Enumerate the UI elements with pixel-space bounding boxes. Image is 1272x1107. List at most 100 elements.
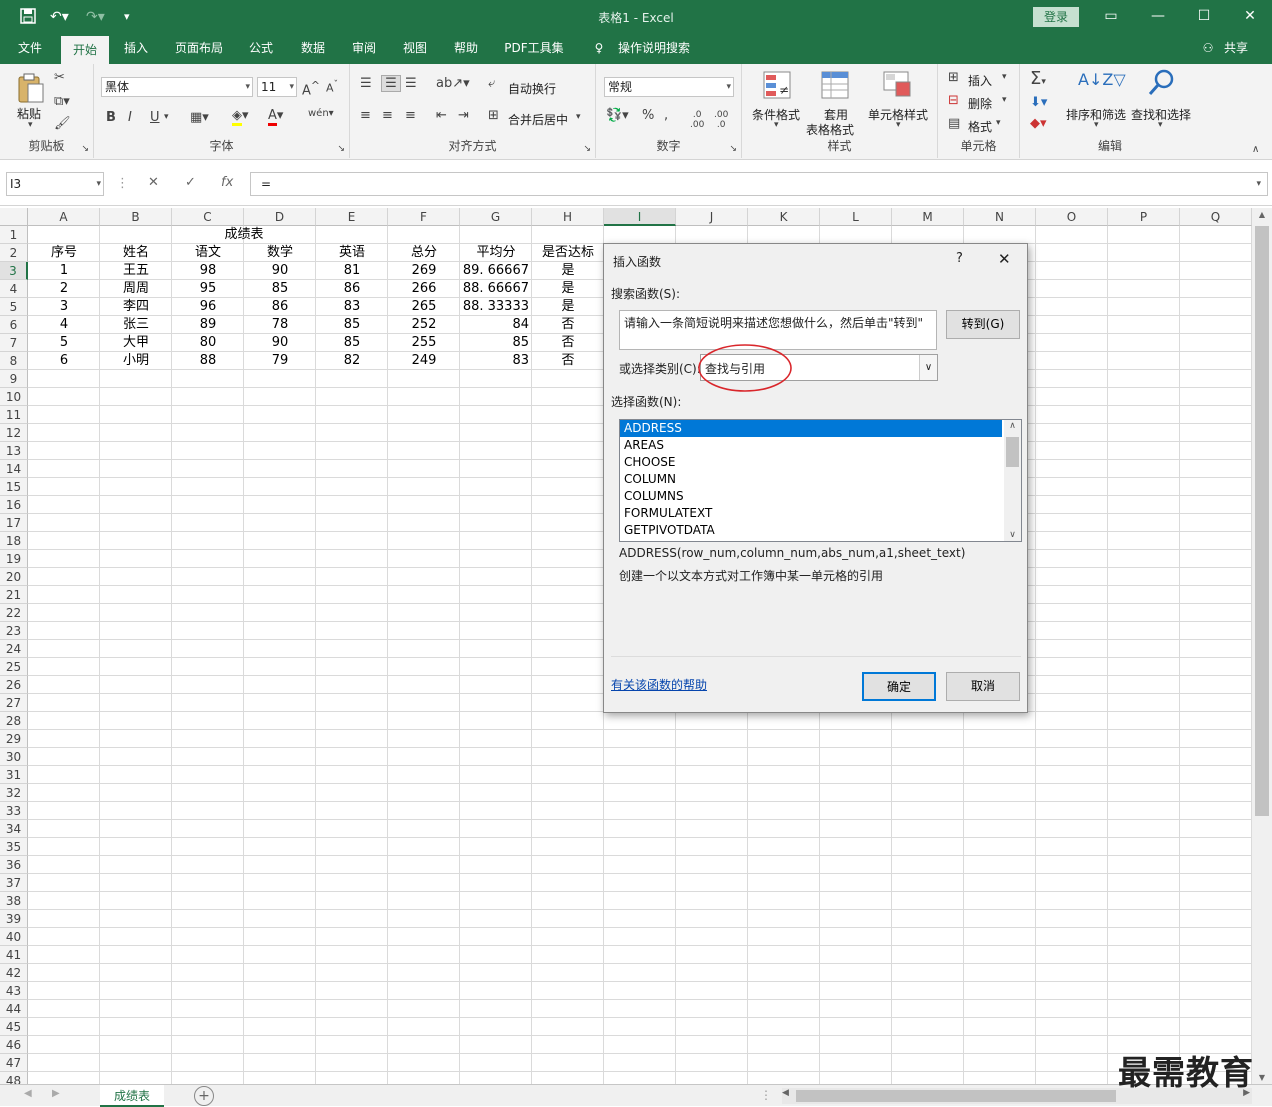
cell[interactable]: 英语 bbox=[316, 244, 388, 262]
row-header[interactable]: 18 bbox=[0, 532, 28, 550]
cell[interactable]: 85 bbox=[460, 334, 532, 352]
row-header[interactable]: 36 bbox=[0, 856, 28, 874]
cell[interactable]: 83 bbox=[316, 298, 388, 316]
cell[interactable]: 5 bbox=[28, 334, 100, 352]
cell[interactable]: 85 bbox=[316, 316, 388, 334]
cell[interactable]: 小明 bbox=[100, 352, 172, 370]
cell[interactable]: 252 bbox=[388, 316, 460, 334]
format-as-table-icon[interactable] bbox=[820, 70, 850, 104]
align-top-icon[interactable]: ☰ bbox=[360, 76, 372, 91]
font-name-select[interactable]: 黑体 ▾ bbox=[101, 77, 253, 97]
italic-button[interactable]: I bbox=[128, 110, 132, 125]
cell[interactable]: 序号 bbox=[28, 244, 100, 262]
alignment-launcher-icon[interactable]: ↘ bbox=[583, 144, 591, 154]
row-header[interactable]: 16 bbox=[0, 496, 28, 514]
function-list-scroll-thumb[interactable] bbox=[1006, 437, 1019, 467]
column-header[interactable]: M bbox=[892, 208, 964, 226]
row-header[interactable]: 5 bbox=[0, 298, 28, 316]
cell[interactable]: 否 bbox=[532, 334, 604, 352]
underline-button[interactable]: U bbox=[150, 110, 160, 125]
cell[interactable]: 否 bbox=[532, 352, 604, 370]
scroll-down-icon[interactable]: ▼ bbox=[1252, 1073, 1272, 1082]
cell[interactable]: 255 bbox=[388, 334, 460, 352]
borders-icon[interactable]: ▦▾ bbox=[190, 110, 209, 125]
function-list-item[interactable]: ADDRESS bbox=[620, 420, 1002, 437]
function-list-item[interactable]: GETPIVOTDATA bbox=[620, 522, 1002, 539]
row-header[interactable]: 37 bbox=[0, 874, 28, 892]
cell-styles-icon[interactable] bbox=[882, 70, 912, 104]
paste-icon[interactable] bbox=[14, 72, 48, 106]
ok-button[interactable]: 确定 bbox=[862, 672, 936, 701]
insert-cells-icon[interactable]: ⊞ bbox=[948, 70, 959, 85]
row-header[interactable]: 32 bbox=[0, 784, 28, 802]
cell[interactable]: 是否达标 bbox=[532, 244, 604, 262]
tab-help[interactable]: 帮助 bbox=[445, 34, 487, 64]
cell-styles-dropdown-icon[interactable]: ▾ bbox=[896, 120, 901, 130]
column-header[interactable]: H bbox=[532, 208, 604, 226]
autosum-icon[interactable]: Σ▾ bbox=[1030, 68, 1046, 89]
delete-cells-button[interactable]: 删除 bbox=[968, 95, 992, 112]
fill-color-icon[interactable]: ◈▾ bbox=[232, 108, 249, 126]
cell[interactable]: 大甲 bbox=[100, 334, 172, 352]
cancel-button[interactable]: 取消 bbox=[946, 672, 1020, 701]
decrease-indent-icon[interactable]: ⇤ bbox=[436, 108, 447, 123]
column-header[interactable]: A bbox=[28, 208, 100, 226]
go-button[interactable]: 转到(G) bbox=[946, 310, 1020, 339]
cell[interactable]: 88. 66667 bbox=[460, 280, 532, 298]
horizontal-scroll-thumb[interactable] bbox=[796, 1090, 1116, 1102]
shrink-font-icon[interactable]: Aˇ bbox=[326, 79, 338, 95]
column-header[interactable]: I bbox=[604, 208, 676, 226]
cell[interactable]: 86 bbox=[244, 298, 316, 316]
copy-icon[interactable]: ⧉▾ bbox=[54, 94, 70, 109]
format-painter-icon[interactable]: 🖌 bbox=[54, 116, 71, 131]
column-header[interactable]: K bbox=[748, 208, 820, 226]
cell[interactable]: 96 bbox=[172, 298, 244, 316]
minimize-icon[interactable]: — bbox=[1143, 4, 1173, 28]
function-list[interactable]: ADDRESS AREAS CHOOSE COLUMN COLUMNS FORMULATE… bbox=[619, 419, 1022, 542]
vertical-scrollbar[interactable]: ▲ ▼ bbox=[1252, 208, 1272, 1084]
cell[interactable]: 85 bbox=[244, 280, 316, 298]
column-header[interactable]: P bbox=[1108, 208, 1180, 226]
cell[interactable]: 语文 bbox=[172, 244, 244, 262]
decrease-decimal-icon[interactable]: .00.0 bbox=[714, 110, 728, 130]
function-list-item[interactable]: COLUMNS bbox=[620, 488, 1002, 505]
column-header[interactable]: L bbox=[820, 208, 892, 226]
cell[interactable]: 98 bbox=[172, 262, 244, 280]
row-header[interactable]: 10 bbox=[0, 388, 28, 406]
row-header[interactable]: 15 bbox=[0, 478, 28, 496]
cell[interactable]: 是 bbox=[532, 298, 604, 316]
cell[interactable]: 82 bbox=[316, 352, 388, 370]
tab-view[interactable]: 视图 bbox=[394, 34, 436, 64]
cell[interactable]: 90 bbox=[244, 262, 316, 280]
close-icon[interactable]: ✕ bbox=[1235, 4, 1265, 28]
font-size-select[interactable]: 11 ▾ bbox=[257, 77, 297, 97]
cell[interactable]: 80 bbox=[172, 334, 244, 352]
cell[interactable]: 李四 bbox=[100, 298, 172, 316]
cell[interactable]: 269 bbox=[388, 262, 460, 280]
row-header[interactable]: 27 bbox=[0, 694, 28, 712]
cell[interactable]: 否 bbox=[532, 316, 604, 334]
column-header[interactable]: B bbox=[100, 208, 172, 226]
phonetic-icon[interactable]: wén▾ bbox=[308, 108, 334, 119]
cell[interactable]: 95 bbox=[172, 280, 244, 298]
row-header[interactable]: 30 bbox=[0, 748, 28, 766]
sheet-title-cell[interactable]: 成绩表 bbox=[208, 226, 280, 244]
cell[interactable]: 88. 33333 bbox=[460, 298, 532, 316]
number-launcher-icon[interactable]: ↘ bbox=[729, 144, 737, 154]
cell[interactable]: 265 bbox=[388, 298, 460, 316]
row-header[interactable]: 9 bbox=[0, 370, 28, 388]
cell[interactable]: 数学 bbox=[244, 244, 316, 262]
paste-dropdown-icon[interactable]: ▾ bbox=[28, 120, 33, 130]
cell[interactable]: 249 bbox=[388, 352, 460, 370]
cell[interactable]: 平均分 bbox=[460, 244, 532, 262]
cell[interactable]: 85 bbox=[316, 334, 388, 352]
sort-filter-icon[interactable]: A↓Z▽ bbox=[1078, 70, 1126, 89]
chevron-down-icon[interactable]: ∨ bbox=[919, 355, 937, 380]
cell[interactable]: 是 bbox=[532, 262, 604, 280]
merge-center-button[interactable]: 合并后居中 bbox=[508, 111, 568, 128]
scroll-down-icon[interactable]: ∨ bbox=[1004, 530, 1021, 540]
find-dropdown-icon[interactable]: ▾ bbox=[1158, 120, 1163, 130]
row-header[interactable]: 4 bbox=[0, 280, 28, 298]
orientation-icon[interactable]: ab↗▾ bbox=[436, 76, 470, 91]
row-header[interactable]: 29 bbox=[0, 730, 28, 748]
